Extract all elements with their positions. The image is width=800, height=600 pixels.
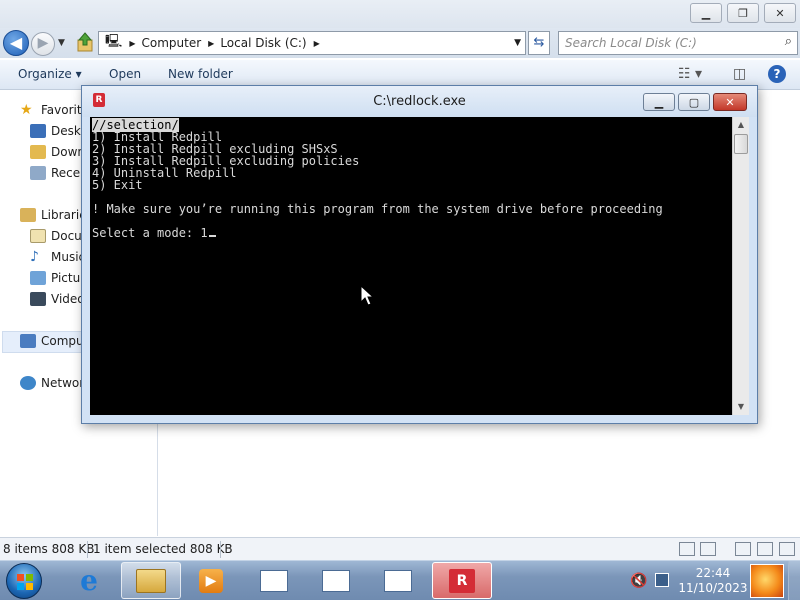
minimize-button[interactable]: ▁ — [690, 3, 722, 23]
start-button[interactable] — [6, 563, 42, 599]
address-bar[interactable]: 🖳 ▶ Computer ▶ Local Disk (C:) ▶ ▼ — [98, 31, 526, 55]
desktop-icon — [30, 124, 46, 138]
console-maximize-button[interactable]: ▢ — [678, 93, 710, 111]
clock-date: 11/10/2023 — [678, 581, 748, 595]
prompt-text: Select a mode: — [92, 226, 201, 240]
taskbar-window-3[interactable] — [368, 562, 428, 599]
chevron-right-icon[interactable]: ▶ — [208, 39, 214, 48]
volume-muted-icon[interactable]: 🔇 — [630, 573, 647, 589]
console-scrollbar[interactable]: ▲ ▼ — [732, 117, 749, 415]
menu-option: 4) Uninstall Redpill — [92, 166, 237, 180]
status-divider — [220, 541, 221, 558]
breadcrumb-local-disk[interactable]: Local Disk (C:) — [220, 36, 306, 50]
item-count: 8 items 808 KB — [3, 542, 95, 556]
layout-view-icon[interactable] — [779, 542, 795, 556]
view-options-icon[interactable]: ☷ ▾ — [678, 66, 702, 82]
back-button[interactable]: ◀ — [3, 30, 29, 56]
breadcrumb-computer[interactable]: Computer — [142, 36, 202, 50]
restore-button[interactable]: ❐ — [727, 3, 759, 23]
scroll-thumb[interactable] — [734, 134, 748, 154]
mouse-pointer-icon — [360, 285, 374, 306]
taskbar: e ▶ R 🔇 22:44 11/10/2023 — [0, 560, 800, 600]
menu-option: 5) Exit — [92, 178, 143, 192]
explorer-titlebar: ▁ ❐ ✕ — [0, 0, 800, 28]
network-alert-icon[interactable] — [655, 573, 669, 587]
documents-icon — [30, 229, 46, 243]
help-icon[interactable]: ? — [768, 65, 786, 83]
window-icon — [322, 569, 350, 592]
details-view-icon[interactable] — [679, 542, 695, 556]
console-minimize-button[interactable]: ▁ — [643, 93, 675, 111]
downloads-folder-icon — [30, 145, 46, 159]
organize-button[interactable]: Organize ▾ — [18, 67, 82, 81]
text-cursor — [208, 235, 216, 237]
console-titlebar[interactable]: R C:\redlock.exe ▁ ▢ ✕ — [82, 86, 757, 117]
clock[interactable]: 22:44 11/10/2023 — [678, 566, 748, 596]
libraries-icon — [20, 208, 36, 222]
taskbar-explorer[interactable] — [121, 562, 181, 599]
folder-icon — [136, 568, 166, 593]
scroll-down-icon[interactable]: ▼ — [733, 399, 749, 415]
recent-places-icon — [30, 166, 46, 180]
address-row: ◀ ▶ ▼ 🖳 ▶ Computer ▶ Local Disk (C:) ▶ ▼… — [0, 28, 800, 58]
scroll-up-icon[interactable]: ▲ — [733, 117, 749, 133]
search-icon[interactable]: ⌕ — [785, 34, 792, 49]
status-divider — [87, 541, 88, 558]
clock-time: 22:44 — [695, 566, 731, 580]
internet-explorer-icon: e — [80, 564, 98, 597]
forward-button[interactable]: ▶ — [31, 32, 55, 56]
mode-input[interactable]: 1 — [200, 226, 207, 240]
user-avatar-flower — [750, 564, 784, 598]
videos-icon — [30, 292, 46, 306]
selection-info: 1 item selected 808 KB — [93, 542, 233, 556]
up-folder-icon[interactable] — [76, 32, 94, 52]
pictures-icon — [30, 271, 46, 285]
taskbar-redlock[interactable]: R — [432, 562, 492, 599]
nav-item-music[interactable]: ♪ Music — [30, 247, 85, 267]
preview-pane-icon[interactable]: ◫ — [733, 66, 746, 82]
show-desktop-button[interactable] — [788, 561, 800, 600]
new-folder-button[interactable]: New folder — [168, 67, 233, 81]
music-icon: ♪ — [30, 249, 39, 265]
taskbar-internet-explorer[interactable]: e — [59, 562, 119, 599]
mode-prompt[interactable]: Select a mode: 1 — [92, 227, 730, 239]
open-button[interactable]: Open — [109, 67, 141, 81]
taskbar-window-1[interactable] — [244, 562, 304, 599]
window-icon — [384, 569, 412, 592]
warning-text: ! Make sure you’re running this program … — [92, 202, 663, 216]
taskbar-media-player[interactable]: ▶ — [181, 562, 241, 599]
network-icon — [20, 376, 36, 390]
recent-pages-dropdown[interactable]: ▼ — [58, 38, 65, 48]
console-window: R C:\redlock.exe ▁ ▢ ✕ //selection/1) In… — [81, 85, 758, 424]
console-output[interactable]: //selection/1) Install Redpill 2) Install… — [90, 117, 732, 415]
console-close-button[interactable]: ✕ — [713, 93, 747, 111]
window-icon — [260, 569, 288, 592]
search-placeholder: Search Local Disk (C:) — [565, 36, 697, 50]
taskbar-window-2[interactable] — [306, 562, 366, 599]
windows-logo-icon — [17, 574, 33, 590]
status-bar: 8 items 808 KB 1 item selected 808 KB — [0, 537, 800, 560]
media-player-icon: ▶ — [199, 568, 223, 593]
star-icon: ★ — [20, 102, 33, 118]
search-input[interactable]: Search Local Disk (C:) ⌕ — [558, 31, 798, 55]
refresh-button[interactable]: ⇆ — [528, 31, 550, 55]
computer-icon: 🖳 — [105, 34, 123, 49]
layout-view-icon[interactable] — [735, 542, 751, 556]
address-dropdown-icon[interactable]: ▼ — [514, 38, 521, 48]
large-icons-view-icon[interactable] — [700, 542, 716, 556]
chevron-right-icon[interactable]: ▶ — [314, 39, 320, 48]
chevron-right-icon[interactable]: ▶ — [129, 39, 135, 48]
close-button[interactable]: ✕ — [764, 3, 796, 23]
layout-view-icon[interactable] — [757, 542, 773, 556]
redlock-icon: R — [449, 568, 475, 593]
computer-icon — [20, 334, 36, 348]
